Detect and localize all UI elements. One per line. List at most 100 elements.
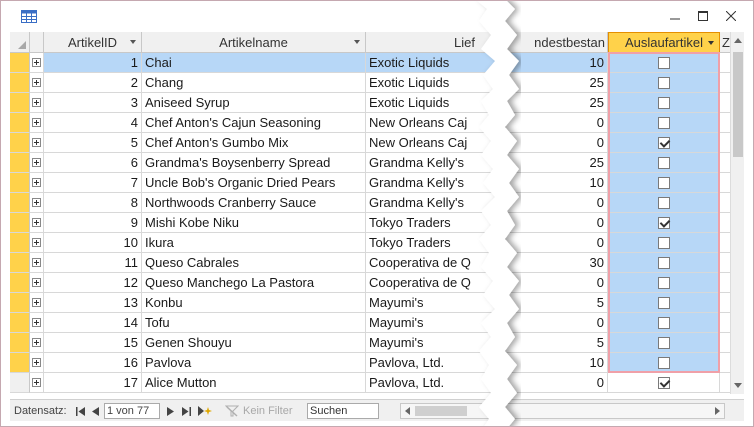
expand-toggle[interactable] (30, 113, 44, 133)
discontinued-checkbox[interactable] (657, 116, 670, 129)
cell-artikelname[interactable]: Tofu (142, 313, 366, 333)
table-row[interactable]: 15 Genen Shouyu Mayumi's 5 (10, 333, 730, 353)
discontinued-checkbox[interactable] (657, 216, 670, 229)
discontinued-checkbox[interactable] (657, 256, 670, 269)
cell-next-column[interactable] (720, 313, 730, 333)
cell-auslaufartikel[interactable] (608, 333, 720, 353)
cell-artikelid[interactable]: 11 (44, 253, 142, 273)
cell-auslaufartikel[interactable] (608, 93, 720, 113)
cell-auslaufartikel[interactable] (608, 373, 720, 393)
vertical-scrollbar[interactable] (730, 32, 744, 394)
discontinued-checkbox[interactable] (657, 96, 670, 109)
row-selector[interactable] (10, 73, 30, 93)
table-row[interactable]: 2 Chang Exotic Liquids 25 (10, 73, 730, 93)
expand-toggle[interactable] (30, 173, 44, 193)
cell-next-column[interactable] (720, 93, 730, 113)
cell-auslaufartikel[interactable] (608, 133, 720, 153)
discontinued-checkbox[interactable] (657, 316, 670, 329)
cell-mindestbestand[interactable]: 10 (506, 53, 608, 73)
expand-toggle[interactable] (30, 333, 44, 353)
scroll-left-icon[interactable] (403, 406, 413, 416)
dropdown-arrow-icon[interactable] (130, 40, 136, 44)
horizontal-scrollbar[interactable] (400, 403, 725, 419)
expand-plus-icon[interactable] (32, 118, 41, 127)
row-selector[interactable] (10, 253, 30, 273)
cell-next-column[interactable] (720, 193, 730, 213)
record-position-input[interactable]: 1 von 77 (104, 403, 160, 419)
expand-plus-icon[interactable] (32, 218, 41, 227)
expand-plus-icon[interactable] (32, 98, 41, 107)
table-row[interactable]: 9 Mishi Kobe Niku Tokyo Traders 0 (10, 213, 730, 233)
cell-artikelid[interactable]: 8 (44, 193, 142, 213)
discontinued-checkbox[interactable] (657, 336, 670, 349)
cell-auslaufartikel[interactable] (608, 313, 720, 333)
row-selector[interactable] (10, 113, 30, 133)
expand-plus-icon[interactable] (32, 78, 41, 87)
table-row[interactable]: 10 Ikura Tokyo Traders 0 (10, 233, 730, 253)
cell-mindestbestand[interactable]: 25 (506, 93, 608, 113)
cell-artikelname[interactable]: Chai (142, 53, 366, 73)
cell-artikelname[interactable]: Chef Anton's Cajun Seasoning (142, 113, 366, 133)
filter-toggle[interactable]: Kein Filter (225, 400, 293, 422)
expand-plus-icon[interactable] (32, 238, 41, 247)
row-selector[interactable] (10, 273, 30, 293)
expand-toggle[interactable] (30, 133, 44, 153)
cell-mindestbestand[interactable]: 0 (506, 233, 608, 253)
row-selector[interactable] (10, 153, 30, 173)
row-selector[interactable] (10, 53, 30, 73)
maximize-button[interactable] (689, 5, 717, 27)
cell-mindestbestand[interactable]: 10 (506, 173, 608, 193)
cell-artikelid[interactable]: 9 (44, 213, 142, 233)
expand-plus-icon[interactable] (32, 158, 41, 167)
expand-plus-icon[interactable] (32, 298, 41, 307)
table-row[interactable]: 7 Uncle Bob's Organic Dried Pears Grandma … (10, 173, 730, 193)
column-header-next[interactable]: Z (720, 32, 730, 53)
cell-auslaufartikel[interactable] (608, 213, 720, 233)
cell-artikelname[interactable]: Northwoods Cranberry Sauce (142, 193, 366, 213)
cell-auslaufartikel[interactable] (608, 273, 720, 293)
cell-mindestbestand[interactable]: 30 (506, 253, 608, 273)
cell-next-column[interactable] (720, 293, 730, 313)
cell-artikelid[interactable]: 5 (44, 133, 142, 153)
cell-artikelname[interactable]: Chang (142, 73, 366, 93)
cell-mindestbestand[interactable]: 0 (506, 313, 608, 333)
cell-next-column[interactable] (720, 73, 730, 93)
table-row[interactable]: 14 Tofu Mayumi's 0 (10, 313, 730, 333)
cell-auslaufartikel[interactable] (608, 353, 720, 373)
expand-toggle[interactable] (30, 53, 44, 73)
cell-artikelid[interactable]: 15 (44, 333, 142, 353)
new-record-button[interactable] (198, 400, 212, 422)
expand-plus-icon[interactable] (32, 318, 41, 327)
cell-artikelid[interactable]: 13 (44, 293, 142, 313)
expand-plus-icon[interactable] (32, 178, 41, 187)
cell-next-column[interactable] (720, 233, 730, 253)
discontinued-checkbox[interactable] (657, 76, 670, 89)
expand-toggle[interactable] (30, 153, 44, 173)
cell-auslaufartikel[interactable] (608, 153, 720, 173)
column-header-artikelid[interactable]: ArtikelID (44, 32, 142, 53)
cell-mindestbestand[interactable]: 0 (506, 193, 608, 213)
scroll-down-icon[interactable] (733, 382, 743, 390)
expand-toggle[interactable] (30, 93, 44, 113)
table-row[interactable]: 1 Chai Exotic Liquids 10 (10, 53, 730, 73)
vertical-scroll-thumb[interactable] (733, 52, 743, 157)
cell-artikelname[interactable]: Genen Shouyu (142, 333, 366, 353)
row-selector[interactable] (10, 373, 30, 393)
cell-artikelname[interactable]: Mishi Kobe Niku (142, 213, 366, 233)
expand-toggle[interactable] (30, 313, 44, 333)
expand-plus-icon[interactable] (32, 138, 41, 147)
discontinued-checkbox[interactable] (657, 236, 670, 249)
close-button[interactable] (717, 5, 745, 27)
table-row[interactable]: 8 Northwoods Cranberry Sauce Grandma Kelly… (10, 193, 730, 213)
discontinued-checkbox[interactable] (657, 156, 670, 169)
cell-auslaufartikel[interactable] (608, 253, 720, 273)
cell-mindestbestand[interactable]: 0 (506, 213, 608, 233)
expand-toggle[interactable] (30, 233, 44, 253)
expand-toggle[interactable] (30, 273, 44, 293)
cell-mindestbestand[interactable]: 5 (506, 293, 608, 313)
discontinued-checkbox[interactable] (657, 356, 670, 369)
cell-artikelid[interactable]: 1 (44, 53, 142, 73)
discontinued-checkbox[interactable] (657, 376, 670, 389)
cell-mindestbestand[interactable]: 0 (506, 273, 608, 293)
cell-next-column[interactable] (720, 373, 730, 393)
